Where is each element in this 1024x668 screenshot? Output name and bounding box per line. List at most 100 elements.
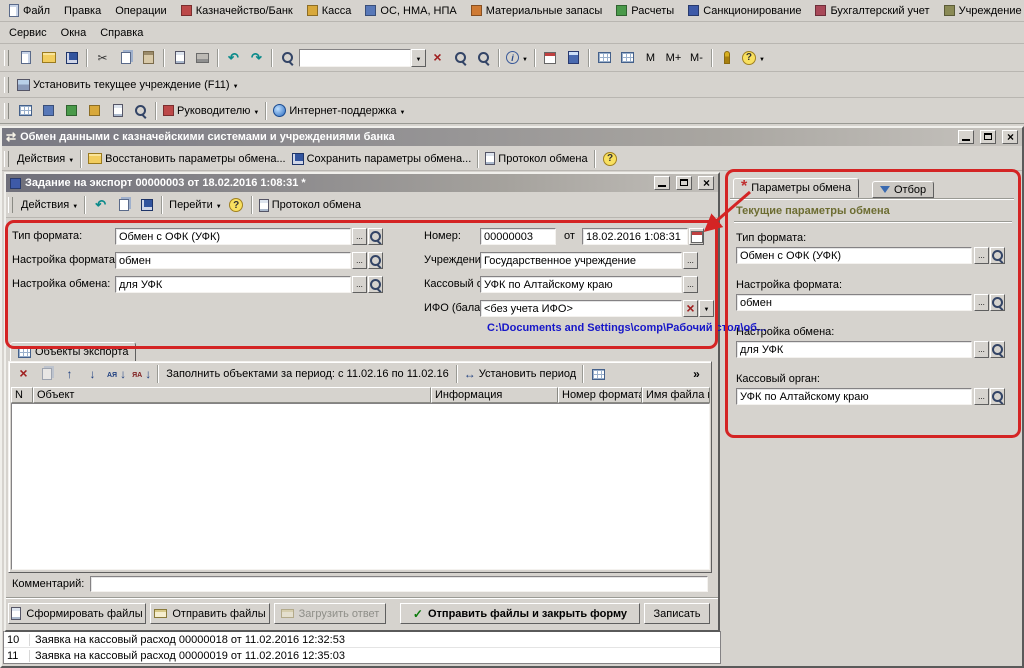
date-calendar-button[interactable] [689,228,704,245]
column-header-format-number[interactable]: Номер формата [558,387,642,403]
panel-format-setting-select-button[interactable]: ... [974,294,989,311]
panel-exchange-setting-input[interactable]: для УФК [736,341,972,358]
toolbar-grip[interactable] [4,151,9,167]
menu-item-file[interactable]: Файл [2,1,57,20]
toolbar-grip[interactable] [8,197,13,213]
exchange-setting-open-button[interactable] [368,276,383,293]
tab-exchange-params[interactable]: Параметры обмена [733,178,859,198]
registers-button[interactable] [14,100,37,122]
panel-format-type-open-button[interactable] [990,247,1005,264]
copy-button[interactable] [114,47,137,69]
menu-item-help[interactable]: Справка [93,24,150,42]
paste-button[interactable] [137,47,160,69]
set-institution-button[interactable]: Установить текущее учреждение (F11) [14,74,242,96]
help-button[interactable] [225,194,248,216]
temporary-lock-button[interactable] [716,47,739,69]
panel-exchange-setting-select-button[interactable]: ... [974,341,989,358]
ifo-combobox[interactable]: <без учета ИФО> [480,300,682,317]
menu-item-operations[interactable]: Операции [108,2,173,20]
date-input[interactable]: 18.02.2016 1:08:31 [582,228,688,245]
move-down-button[interactable] [81,365,104,383]
menu-item-materials[interactable]: Материальные запасы [464,2,610,20]
column-header-info[interactable]: Информация [431,387,558,403]
reread-button[interactable] [89,194,112,216]
menu-item-edit[interactable]: Правка [57,2,108,20]
export-file-path[interactable]: C:\Documents and Settings\comp\Рабочий с… [487,322,766,334]
objects-table-body[interactable] [11,403,710,570]
exchange-protocol-button[interactable]: Протокол обмена [256,194,364,216]
panel-cash-organ-select-button[interactable]: ... [974,388,989,405]
cut-button[interactable] [91,47,114,69]
ifo-clear-button[interactable] [683,300,698,317]
number-input[interactable]: 00000003 [480,228,556,245]
copy-row-button[interactable] [35,365,58,383]
exchange-setting-select-button[interactable]: ... [352,276,367,293]
institution-input[interactable]: Государственное учреждение [480,252,682,269]
save-params-button[interactable]: Сохранить параметры обмена... [289,148,475,170]
send-files-button[interactable]: Отправить файлы [150,603,270,624]
maximize-button[interactable] [676,176,692,190]
ifo-dropdown-button[interactable] [699,300,714,317]
menu-item-service[interactable]: Сервис [2,24,54,42]
send-files-close-button[interactable]: Отправить файлы и закрыть форму [400,603,640,624]
menu-item-fixed-assets[interactable]: ОС, НМА, НПА [358,2,463,20]
manager-button[interactable]: Руководителю [160,100,262,122]
minimize-button[interactable] [654,176,670,190]
more-buttons-button[interactable] [685,365,708,383]
close-button[interactable] [1002,130,1018,144]
open-button[interactable] [37,47,60,69]
create-files-button[interactable]: Сформировать файлы [8,603,146,624]
find-next-button[interactable] [449,47,472,69]
zoom-m-minus-button[interactable]: М- [685,47,708,69]
menu-item-windows[interactable]: Окна [54,24,94,42]
menu-item-calculations[interactable]: Расчеты [609,2,681,20]
copy-document-button[interactable] [112,194,135,216]
search-dropdown-button[interactable] [411,49,426,67]
panel-format-type-select-button[interactable]: ... [974,247,989,264]
cash-organ-select-button[interactable]: ... [683,276,698,293]
cash-organ-input[interactable]: УФК по Алтайскому краю [480,276,682,293]
panel-format-setting-open-button[interactable] [990,294,1005,311]
format-type-open-button[interactable] [368,228,383,245]
post-document-button[interactable] [135,194,158,216]
redo-button[interactable] [245,47,268,69]
zoom-m-plus-button[interactable]: М+ [662,47,685,69]
calendar-button[interactable] [539,47,562,69]
restore-button[interactable] [980,130,996,144]
minimize-button[interactable] [958,130,974,144]
documents-journal-button[interactable] [37,100,60,122]
internet-support-button[interactable]: Интернет-поддержка [270,100,408,122]
spreadsheet-button[interactable] [616,47,639,69]
panel-format-setting-input[interactable]: обмен [736,294,972,311]
save-button[interactable]: Записать [644,603,710,624]
info-button[interactable] [503,47,531,69]
institution-select-button[interactable]: ... [683,252,698,269]
move-up-button[interactable] [58,365,81,383]
close-button[interactable] [698,176,714,190]
panel-cash-organ-input[interactable]: УФК по Алтайскому краю [736,388,972,405]
reports-button[interactable] [60,100,83,122]
export-window-titlebar[interactable]: Задание на экспорт 00000003 от 18.02.201… [6,174,718,192]
search-data-button[interactable] [129,100,152,122]
list-settings-button[interactable] [587,365,610,383]
column-header-filename[interactable]: Имя файла выг... [642,387,710,403]
tab-export-objects[interactable]: Объекты экспорта [10,342,136,362]
comment-input[interactable] [90,576,708,592]
format-setting-input[interactable]: обмен [115,252,351,269]
references-button[interactable] [83,100,106,122]
toolbar-grip[interactable] [4,103,9,119]
exchange-setting-input[interactable]: для УФК [115,276,351,293]
tip-of-day-button[interactable] [739,47,768,69]
column-header-n[interactable]: N [11,387,33,403]
set-period-button[interactable]: Установить период [461,365,579,383]
print-button[interactable] [191,47,214,69]
tab-filter[interactable]: Отбор [872,181,934,198]
toolbar-grip[interactable] [4,50,9,66]
menu-item-institution[interactable]: Учреждение [937,2,1024,20]
zoom-m-button[interactable]: М [639,47,662,69]
protocol-button[interactable]: Протокол обмена [482,148,590,170]
find-in-list-button[interactable] [472,47,495,69]
panel-cash-organ-open-button[interactable] [990,388,1005,405]
menu-item-cash[interactable]: Касса [300,2,359,20]
format-setting-select-button[interactable]: ... [352,252,367,269]
